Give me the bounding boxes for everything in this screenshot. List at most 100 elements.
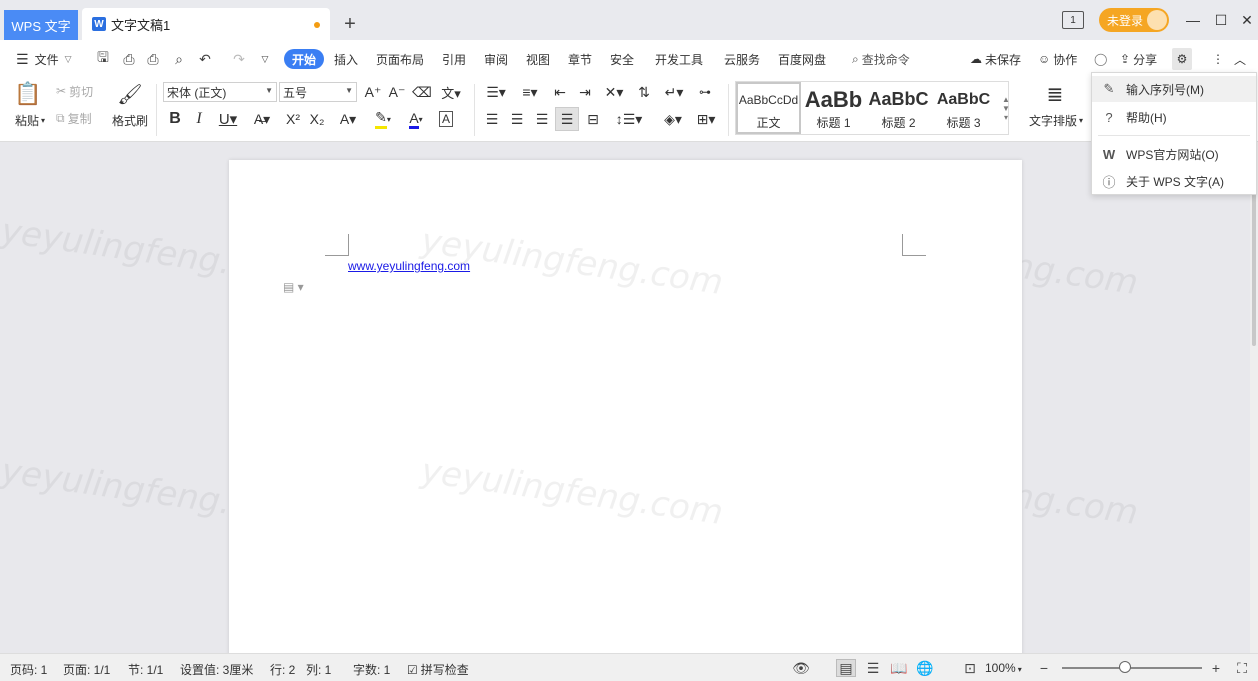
menu-item-help[interactable]: ? 帮助(H) — [1092, 104, 1256, 130]
redo-button[interactable]: ↷ — [230, 50, 248, 68]
clear-format-button[interactable]: ⌫ — [412, 82, 432, 102]
login-button[interactable]: 未登录 — [1099, 8, 1169, 32]
style-normal[interactable]: AaBbCcDd 正文 — [736, 82, 801, 134]
underline-button[interactable]: U▾ — [214, 108, 242, 130]
justify-button[interactable]: ☰ — [555, 107, 579, 131]
tab-stops-button[interactable]: ⊶ — [694, 82, 716, 102]
text-layout-icon-button[interactable]: ≣ — [1040, 80, 1070, 108]
web-view-button[interactable]: 🌐 — [915, 659, 935, 677]
format-painter-label-button[interactable]: 格式刷 — [108, 112, 152, 128]
document-hyperlink[interactable]: www.yeyulingfeng.com — [348, 259, 470, 273]
menu-item-enter-serial[interactable]: ✎ 输入序列号(M) — [1092, 76, 1256, 102]
zoom-out-button[interactable]: − — [1034, 659, 1054, 677]
zoom-in-button[interactable]: + — [1206, 659, 1226, 677]
tab-baidu-netdisk[interactable]: 百度网盘 — [778, 49, 826, 69]
search-command[interactable]: ⌕ 查找命令 — [852, 49, 910, 69]
distribute-button[interactable]: ⊟ — [583, 108, 603, 130]
tab-review[interactable]: 审阅 — [484, 49, 508, 69]
pages-status[interactable]: 页面: 1/1 — [63, 661, 110, 678]
reading-view-button[interactable]: 📖 — [889, 659, 909, 677]
tab-home[interactable]: 开始 — [284, 49, 325, 69]
paste-button[interactable]: 📋 — [12, 80, 44, 108]
column-status[interactable]: 列: 1 — [306, 661, 331, 678]
save-button[interactable]: 🖫 — [94, 49, 112, 68]
document-tab[interactable]: W 文字文稿1 — [82, 8, 330, 40]
document-page[interactable]: ▤ ▾ www.yeyulingfeng.com — [229, 160, 1022, 653]
sort-button[interactable]: ⇅ — [634, 82, 654, 102]
cut-button[interactable]: ✂ 剪切 — [56, 82, 93, 100]
copy-button[interactable]: ⧉ 复制 — [56, 109, 92, 127]
font-color-button[interactable]: A ▾ — [402, 108, 430, 130]
print-button[interactable]: ⎙ — [144, 50, 162, 68]
section-status[interactable]: 节: 1/1 — [128, 661, 163, 678]
tab-view[interactable]: 视图 — [526, 49, 550, 69]
wps-app-tab[interactable]: WPS 文字 — [4, 10, 78, 40]
tab-security[interactable]: 安全 — [610, 49, 634, 69]
align-left-button[interactable]: ☰ — [482, 108, 502, 130]
text-layout-button[interactable]: 文字排版 ▾ — [1026, 112, 1086, 128]
fit-page-button[interactable]: ⊡ — [960, 659, 980, 677]
format-painter-button[interactable]: 🖌 — [116, 80, 144, 108]
outline-view-button[interactable]: ☰ — [863, 659, 883, 677]
settings-button[interactable]: ⚙ — [1172, 48, 1192, 70]
chinese-layout-button[interactable]: ✕▾ — [600, 82, 628, 102]
bullet-list-button[interactable]: ☰▾ — [482, 82, 510, 102]
font-name-select[interactable]: 宋体 (正文) ▼ — [163, 82, 277, 102]
comment-button[interactable]: ◯ — [1094, 49, 1107, 69]
eye-protection-button[interactable]: 👁 — [791, 659, 811, 677]
bold-button[interactable]: B — [166, 108, 184, 130]
word-count-status[interactable]: 字数: 1 — [353, 661, 390, 678]
tab-chapter[interactable]: 章节 — [568, 49, 592, 69]
undo-button[interactable]: ↶ — [196, 50, 214, 68]
align-right-button[interactable]: ☰ — [532, 108, 552, 130]
text-effect-button[interactable]: A▾ — [334, 108, 362, 130]
tab-references[interactable]: 引用 — [442, 49, 466, 69]
setting-status[interactable]: 设置值: 3厘米 — [180, 661, 253, 678]
increase-indent-button[interactable]: ⇥ — [575, 82, 595, 102]
tab-insert[interactable]: 插入 — [334, 49, 358, 69]
paragraph-handle-icon[interactable]: ▤ ▾ — [283, 280, 304, 294]
maximize-button[interactable]: ☐ — [1210, 10, 1232, 30]
page-number-status[interactable]: 页码: 1 — [10, 661, 47, 678]
style-heading-3[interactable]: AaBbC 标题 3 — [931, 82, 996, 134]
share-button[interactable]: ⇪ 分享 — [1120, 49, 1157, 69]
decrease-indent-button[interactable]: ⇤ — [550, 82, 570, 102]
spell-check-button[interactable]: ☑ 拼写检查 — [407, 661, 469, 678]
zoom-slider-handle[interactable] — [1119, 661, 1131, 673]
more-options-button[interactable]: ⋮ — [1212, 49, 1224, 69]
style-heading-1[interactable]: AaBb 标题 1 — [801, 82, 866, 134]
grow-font-button[interactable]: A⁺ — [364, 82, 382, 102]
close-button[interactable]: ✕ — [1236, 10, 1258, 30]
align-center-button[interactable]: ☰ — [507, 108, 527, 130]
highlight-button[interactable]: ✎ ▾ — [368, 108, 398, 130]
print-preview-button[interactable]: ⌕ — [170, 50, 188, 68]
page-view-button[interactable]: ▤ — [836, 659, 856, 677]
export-pdf-button[interactable]: ⎙ — [120, 50, 138, 68]
menu-item-about[interactable]: ⓘ 关于 WPS 文字(A) — [1092, 168, 1256, 194]
phonetic-guide-button[interactable]: 文▾ — [438, 82, 464, 102]
window-panel-button[interactable]: 1 — [1062, 11, 1084, 29]
unsaved-status-button[interactable]: ☁ 未保存 — [970, 49, 1021, 69]
zoom-select[interactable]: 100% ▾ — [985, 661, 1022, 675]
italic-button[interactable]: I — [190, 108, 208, 130]
superscript-button[interactable]: X² — [282, 108, 304, 130]
menu-item-official-site[interactable]: W WPS官方网站(O) — [1092, 141, 1256, 167]
new-tab-button[interactable]: + — [340, 12, 360, 36]
zoom-slider[interactable] — [1062, 667, 1202, 669]
borders-button[interactable]: ⊞▾ — [692, 108, 720, 130]
numbered-list-button[interactable]: ≡▾ — [516, 82, 544, 102]
strikethrough-button[interactable]: A̶▾ — [248, 108, 276, 130]
show-marks-button[interactable]: ↵▾ — [660, 82, 688, 102]
customize-toolbar-button[interactable]: ▽ — [256, 50, 274, 68]
line-spacing-button[interactable]: ↕☰▾ — [614, 108, 644, 130]
tab-cloud-service[interactable]: 云服务 — [724, 49, 760, 69]
shading-button[interactable]: ◈▾ — [658, 108, 688, 130]
fullscreen-button[interactable]: ⛶ — [1232, 659, 1252, 677]
shrink-font-button[interactable]: A⁻ — [388, 82, 406, 102]
styles-scroll[interactable]: ▲ ▼ ▾ — [1000, 82, 1012, 134]
subscript-button[interactable]: X₂ — [306, 108, 328, 130]
collaborate-button[interactable]: ☺ 协作 — [1038, 49, 1077, 69]
style-heading-2[interactable]: AaBbC 标题 2 — [866, 82, 931, 134]
char-border-button[interactable]: A — [436, 108, 456, 130]
row-status[interactable]: 行: 2 — [270, 661, 295, 678]
